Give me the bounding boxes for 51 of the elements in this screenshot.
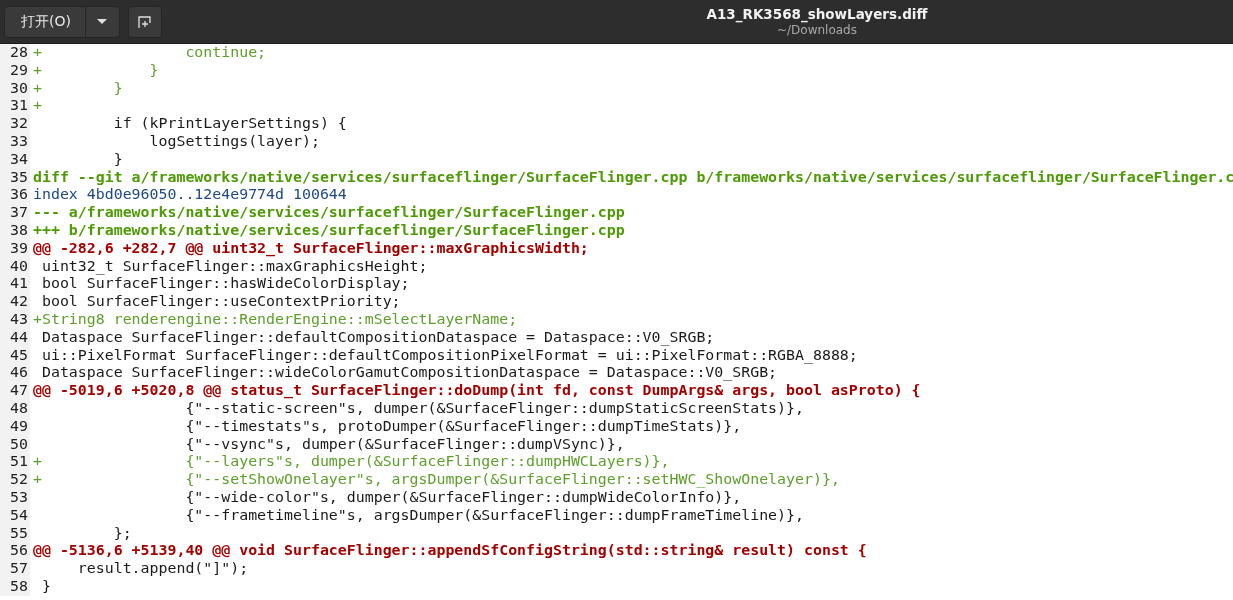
code-line: uint32_t SurfaceFlinger::maxGraphicsHeight; <box>40 257 428 276</box>
line-number: 52 <box>0 471 30 489</box>
code-line: @@ -5136,6 +5139,40 @@ void SurfaceFlinger::appendSfConfigString(std::string& result) const { <box>32 542 867 561</box>
code-line: {"--frametimeline"s, argsDumper(&SurfaceFlinger::dumpFrameTimeline)}, <box>184 506 804 525</box>
line-number: 57 <box>0 560 30 578</box>
line-number: 28 <box>0 44 30 62</box>
window-subtitle: ~/Downloads <box>776 23 857 37</box>
code-line: + } <box>32 61 159 80</box>
code-line: Dataspace SurfaceFlinger::defaultCompositionDataspace = Dataspace::V0_SRGB; <box>40 328 715 347</box>
code-line: bool SurfaceFlinger::hasWideColorDisplay; <box>40 275 410 294</box>
code-line: +String8 renderengine::RenderEngine::mSelectLayerName; <box>32 310 518 329</box>
line-number: 51 <box>0 453 30 472</box>
code-line: }; <box>112 524 132 543</box>
code-line: @@ -282,6 +282,7 @@ uint32_t SurfaceFlinger::maxGraphicsWidth; <box>32 239 589 258</box>
line-number: 47 <box>0 382 30 400</box>
line-number: 56 <box>0 542 30 561</box>
line-number: 41 <box>0 275 30 294</box>
new-document-button[interactable] <box>127 5 162 38</box>
code-line: index 4bd0e96050..12e4e9774d 100644 <box>32 186 347 205</box>
line-number: 37 <box>0 204 30 222</box>
line-number: 46 <box>0 364 30 383</box>
code-line: result.append("]"); <box>76 560 249 578</box>
code-line: + {"--layers"s, dumper(&SurfaceFlinger::dumpHWCLayers)}, <box>32 453 670 472</box>
code-line: diff --git a/frameworks/native/services/surfaceflinger/SurfaceFlinger.cpp b/frameworks/native/services/surfaceflinger/SurfaceFlinger.c <box>32 168 1233 187</box>
code-line: @@ -5019,6 +5020,8 @@ status_t SurfaceFlinger::doDump(int fd, const DumpArgs& args, bool asProto) { <box>32 382 921 400</box>
code-line: logSettings(layer); <box>148 133 320 151</box>
code-line: bool SurfaceFlinger::useContextPriority; <box>40 293 401 311</box>
open-button[interactable]: 打开(O) <box>4 5 86 38</box>
window-title: A13_RK3568_showLayers.diff <box>706 6 928 23</box>
line-number: 31 <box>0 97 30 116</box>
line-number: 32 <box>0 115 30 133</box>
code-line: if (kPrintLayerSettings) { <box>112 115 347 133</box>
code-line: {"--timestats"s, protoDumper(&SurfaceFlinger::dumpTimeStats)}, <box>184 417 742 436</box>
dropdown-button[interactable] <box>85 5 120 38</box>
code-line: + continue; <box>32 44 267 62</box>
code-line: Dataspace SurfaceFlinger::wideColorGamutCompositionDataspace = Dataspace::V0_SRGB; <box>40 364 778 383</box>
code-line: + <box>32 97 42 116</box>
caret-icon <box>96 18 109 25</box>
code-line: {"--vsync"s, dumper(&SurfaceFlinger::dumpVSync)}, <box>184 435 625 454</box>
code-line: ui::PixelFormat SurfaceFlinger::defaultCompositionPixelFormat = ui::PixelFormat::RGBA_8888; <box>40 346 858 365</box>
code-line: {"--static-screen"s, dumper(&SurfaceFlinger::dumpStaticScreenStats)}, <box>184 399 804 418</box>
code-line: + {"--setShowOnelayer"s, argsDumper(&SurfaceFlinger::setHWC_ShowOnelayer)}, <box>32 471 840 489</box>
code-line: {"--wide-color"s, dumper(&SurfaceFlinger::dumpWideColorInfo)}, <box>184 488 742 507</box>
line-number: 42 <box>0 293 30 311</box>
code-line: } <box>112 150 123 169</box>
line-number: 36 <box>0 186 30 205</box>
code-line: +++ b/frameworks/native/services/surfaceflinger/SurfaceFlinger.cpp <box>32 221 625 240</box>
code-line: + } <box>32 79 123 98</box>
code-line: } <box>40 577 51 596</box>
new-document-icon <box>136 13 153 30</box>
code-line: --- a/frameworks/native/services/surfaceflinger/SurfaceFlinger.cpp <box>32 204 625 222</box>
